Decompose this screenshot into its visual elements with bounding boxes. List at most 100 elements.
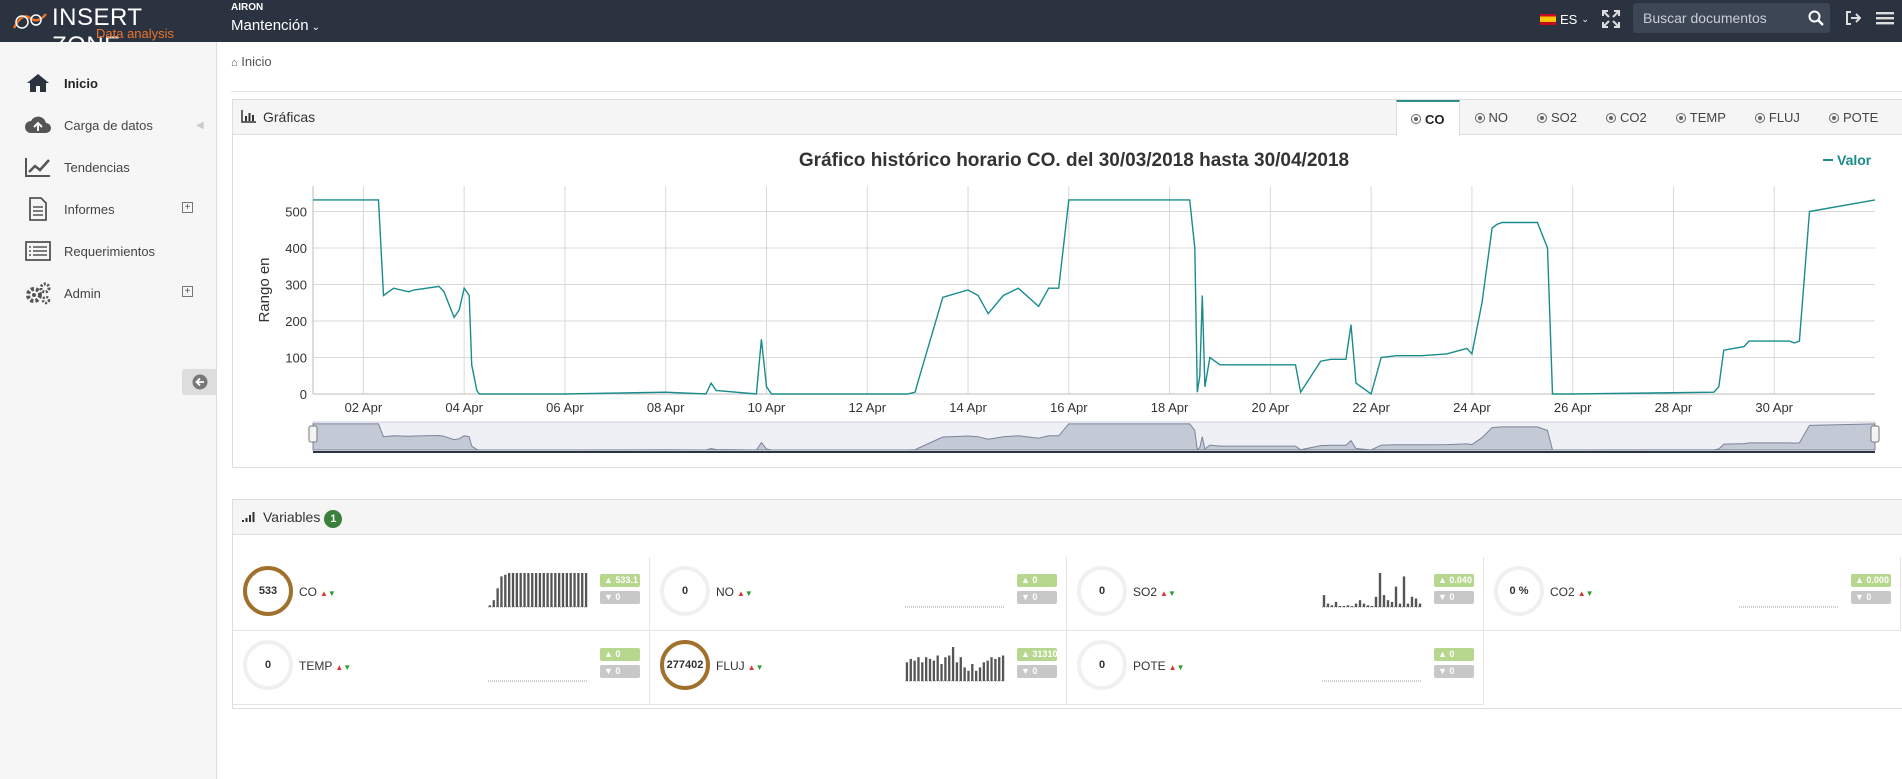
tab-so2[interactable]: SO2: [1522, 100, 1591, 135]
variable-max-label: 0: [1449, 649, 1455, 659]
navigator-handle[interactable]: [1870, 425, 1880, 443]
sparkline-bar: [909, 658, 912, 681]
variable-card-pote[interactable]: 0 POTE ▲▼ ▲ 0 ▼ 0: [1067, 631, 1484, 705]
sidebar-item-requerimientos[interactable]: Requerimientos: [24, 236, 204, 266]
variable-min-badge: ▼ 0: [1017, 591, 1057, 604]
sparkline-bar: [1334, 601, 1338, 607]
sparkline-bar: [581, 573, 584, 607]
variable-name-label: CO: [299, 585, 317, 599]
co-history-chart[interactable]: Gráfico histórico horario CO. del 30/03/…: [233, 136, 1902, 462]
expand-plus-icon[interactable]: +: [182, 202, 193, 213]
tab-fluj[interactable]: FLUJ: [1740, 100, 1814, 135]
variable-card-co[interactable]: 533 CO ▲▼ ▲ 533.1 ▼ 0: [233, 557, 650, 631]
sparkline-bar: [500, 576, 503, 607]
variable-max-label: 0.040: [1449, 575, 1472, 585]
sidebar-collapse-button[interactable]: [182, 369, 217, 395]
variable-gauge: 533: [243, 566, 293, 616]
radio-icon: [1537, 112, 1547, 123]
sidebar-item-label: Admin: [64, 285, 101, 301]
sparkline-bar: [558, 573, 561, 607]
variable-min-label: 0: [1866, 592, 1872, 602]
sidebar-item-informes[interactable]: Informes +: [24, 194, 204, 224]
variable-min-label: 0: [1032, 592, 1038, 602]
sparkline-bar: [1354, 603, 1358, 607]
search-box: [1633, 3, 1830, 33]
sparkline-bar: [1398, 603, 1402, 607]
language-selector[interactable]: ES ⌄: [1540, 12, 1589, 27]
sparkline-bar: [1326, 603, 1330, 607]
signal-icon: [242, 512, 255, 522]
sparkline-bar: [1418, 603, 1422, 607]
sparkline-bar: [577, 573, 580, 607]
tab-temp[interactable]: TEMP: [1661, 100, 1740, 135]
expand-plus-icon[interactable]: +: [182, 286, 193, 297]
variable-name: FLUJ ▲▼: [716, 659, 764, 673]
fullscreen-icon[interactable]: [1602, 10, 1620, 28]
navigator-handle[interactable]: [308, 425, 318, 443]
tab-co[interactable]: CO: [1396, 100, 1460, 136]
variable-sparkline: [905, 606, 1005, 608]
logo-mark-icon: [12, 13, 47, 29]
variable-card-so2[interactable]: 0 SO2 ▲▼ ▲ 0.040 ▼ 0: [1067, 557, 1484, 631]
sparkline-bar: [1330, 605, 1334, 607]
variable-name: NO ▲▼: [716, 585, 753, 599]
sidebar-item-carga-de-datos[interactable]: Carga de datos: [24, 110, 204, 140]
spain-flag-icon: [1540, 14, 1556, 25]
sparkline-bar: [963, 667, 966, 681]
sign-out-icon[interactable]: [1845, 10, 1861, 26]
tab-label: SO2: [1551, 110, 1578, 125]
sidebar: Inicio ◀ Carga de datos Tendencias Infor…: [0, 42, 217, 779]
divider: [231, 91, 1902, 92]
variables-title-label: Variables: [263, 509, 321, 525]
sparkline-bar: [1362, 603, 1366, 607]
sparkline-bar: [1366, 605, 1370, 607]
variable-card-temp[interactable]: 0 TEMP ▲▼ ▲ 0 ▼ 0: [233, 631, 650, 705]
radio-icon: [1474, 112, 1485, 123]
sparkline-bar: [1378, 573, 1382, 607]
brand-logo[interactable]: INSERT ZONE Data analysis: [12, 4, 212, 59]
search-icon[interactable]: [1808, 10, 1824, 26]
sparkline-bar: [561, 573, 565, 607]
sparkline-bar: [1394, 586, 1398, 607]
tab-pote[interactable]: POTE: [1814, 100, 1892, 135]
x-tick-label: 22 Apr: [1352, 400, 1390, 415]
sparkline-bar: [511, 573, 515, 607]
variable-card-fluj[interactable]: 277402 FLUJ ▲▼ ▲ 31310 ▼ 0: [650, 631, 1067, 705]
variable-card-co2[interactable]: 0 % CO2 ▲▼ ▲ 0.000 ▼ 0: [1484, 557, 1901, 631]
sparkline-bar: [546, 573, 549, 607]
tab-label: POTE: [1842, 110, 1879, 125]
tab-no[interactable]: NO: [1460, 100, 1523, 135]
tab-label: FLUJ: [1768, 110, 1800, 125]
tab-label: NO: [1488, 110, 1509, 125]
variable-name-label: CO2: [1550, 585, 1575, 599]
trend-arrows-icon: ▲▼: [747, 663, 764, 672]
sparkline-bar: [925, 657, 928, 681]
x-tick-label: 24 Apr: [1453, 400, 1491, 415]
sidebar-item-admin[interactable]: Admin +: [24, 278, 204, 308]
x-tick-label: 10 Apr: [748, 400, 786, 415]
sidebar-item-inicio[interactable]: Inicio: [24, 68, 204, 98]
variable-name-label: SO2: [1133, 585, 1158, 599]
variable-card-no[interactable]: 0 NO ▲▼ ▲ 0 ▼ 0: [650, 557, 1067, 631]
gears-icon: [24, 281, 52, 305]
home-icon: [24, 71, 52, 95]
radio-icon: [1606, 112, 1617, 123]
sparkline-bar: [527, 573, 530, 607]
chart-title: Gráfico histórico horario CO. del 30/03/…: [799, 150, 1349, 171]
tab-co2[interactable]: CO2: [1591, 100, 1661, 135]
variable-min-badge: ▼ 0: [1434, 591, 1474, 604]
sparkline-bar: [951, 647, 955, 681]
sparkline-bar: [1390, 601, 1394, 607]
sparkline-bar: [508, 573, 511, 607]
hamburger-icon[interactable]: [1876, 10, 1894, 26]
charts-panel-header: Gráficas CO NO SO2 CO2 TEMP FLUJ POTE: [233, 100, 1902, 136]
chevron-down-icon: ⌄: [311, 22, 320, 33]
sparkline-bar: [531, 573, 534, 607]
variable-max-badge: ▲ 0: [600, 648, 640, 661]
variable-gauge: 0: [243, 640, 293, 690]
search-input[interactable]: [1643, 9, 1803, 27]
breadcrumb[interactable]: ⌂ Inicio: [231, 54, 272, 69]
org-selector[interactable]: Mantención ⌄: [231, 17, 320, 34]
sparkline-bar: [565, 573, 568, 607]
sidebar-item-tendencias[interactable]: Tendencias: [24, 152, 204, 182]
